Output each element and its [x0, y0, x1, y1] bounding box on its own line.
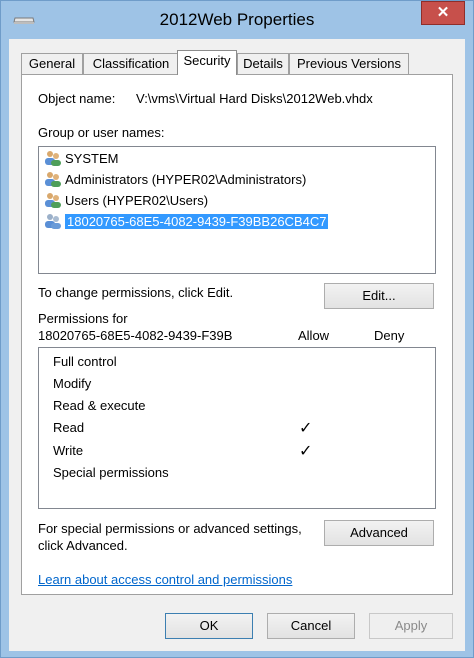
users-group-icon	[45, 151, 61, 166]
advanced-hint-line1: For special permissions or advanced sett…	[38, 521, 302, 536]
users-group-icon	[45, 214, 61, 229]
permission-modify: Modify	[53, 376, 92, 391]
write-allow-check: ✓	[299, 443, 313, 460]
user-item-label: 18020765-68E5-4082-9439-F39BB26CB4C7	[65, 214, 329, 229]
user-item-label: Users (HYPER02\Users)	[65, 193, 209, 208]
advanced-button[interactable]: Advanced	[324, 520, 434, 546]
tab-classification[interactable]: Classification	[83, 53, 179, 74]
permissions-for-value: 18020765-68E5-4082-9439-F39B	[38, 328, 233, 343]
permission-read: Read	[53, 420, 85, 435]
users-group-icon	[45, 172, 61, 187]
properties-window: 2012Web Properties ✕ General Classificat…	[0, 0, 474, 658]
title-bar[interactable]: 2012Web Properties ✕	[1, 1, 473, 39]
permission-full-control: Full control	[53, 354, 117, 369]
close-button[interactable]: ✕	[421, 1, 465, 25]
user-list[interactable]: SYSTEM Administrators (HYPER02\Administr…	[38, 146, 436, 274]
permission-read-execute: Read & execute	[53, 398, 146, 413]
permissions-for-label: Permissions for	[38, 311, 128, 326]
permission-write: Write	[53, 443, 84, 458]
tab-security[interactable]: Security	[177, 50, 237, 75]
apply-button[interactable]: Apply	[369, 613, 453, 639]
read-allow-check: ✓	[299, 420, 313, 437]
user-item-sid-selected[interactable]: 18020765-68E5-4082-9439-F39BB26CB4C7	[43, 212, 329, 232]
advanced-hint-line2: click Advanced.	[38, 538, 128, 553]
deny-header: Deny	[374, 328, 405, 343]
user-item-administrators[interactable]: Administrators (HYPER02\Administrators)	[43, 170, 306, 190]
ok-button[interactable]: OK	[165, 613, 253, 639]
tab-details[interactable]: Details	[237, 53, 289, 74]
window-title: 2012Web Properties	[159, 10, 315, 29]
permission-special: Special permissions	[53, 465, 169, 480]
close-icon: ✕	[436, 4, 450, 21]
user-item-label: Administrators (HYPER02\Administrators)	[65, 172, 307, 187]
learn-access-control-link[interactable]: Learn about access control and permissio…	[38, 572, 292, 587]
dialog-client-area: General Classification Security Details …	[9, 39, 465, 651]
permissions-list: Full control Modify Read & execute Read …	[38, 347, 436, 509]
change-permissions-text: To change permissions, click Edit.	[38, 285, 234, 300]
tab-previous-versions[interactable]: Previous Versions	[289, 53, 409, 74]
edit-button[interactable]: Edit...	[324, 283, 434, 309]
user-item-users[interactable]: Users (HYPER02\Users)	[43, 191, 208, 211]
object-name-label: Object name:	[38, 91, 116, 106]
user-item-label: SYSTEM	[65, 151, 119, 166]
object-name-value: V:\vms\Virtual Hard Disks\2012Web.vhdx	[136, 91, 373, 106]
security-panel: Object name: V:\vms\Virtual Hard Disks\2…	[21, 74, 453, 595]
users-group-icon	[45, 193, 61, 208]
user-item-system[interactable]: SYSTEM	[43, 149, 118, 169]
group-names-label: Group or user names:	[38, 125, 165, 140]
cancel-button[interactable]: Cancel	[267, 613, 355, 639]
tab-general[interactable]: General	[21, 53, 83, 74]
allow-header: Allow	[298, 328, 330, 343]
